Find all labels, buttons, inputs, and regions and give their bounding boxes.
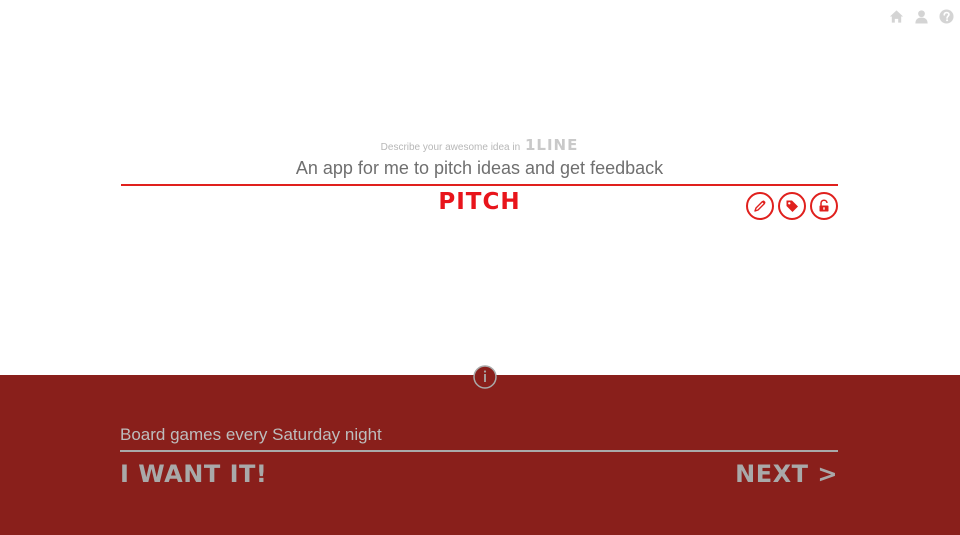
want-it-button[interactable]: I WANT IT! <box>120 460 267 488</box>
prompt-text: Describe your awesome idea in <box>380 142 521 153</box>
pitch-button[interactable]: PITCH <box>438 189 520 215</box>
tag-icon <box>786 200 798 212</box>
unlock-icon <box>819 199 829 212</box>
pencil-button[interactable] <box>746 192 774 220</box>
feed-actions: I WANT IT! NEXT > <box>120 452 838 492</box>
lock-button[interactable] <box>810 192 838 220</box>
idea-input[interactable] <box>121 154 838 186</box>
current-idea-text: Board games every Saturday night <box>120 424 838 452</box>
next-button[interactable]: NEXT > <box>735 460 838 488</box>
tag-button[interactable] <box>778 192 806 220</box>
idea-options <box>746 192 838 220</box>
oneline-logo: 1LINE <box>524 136 579 154</box>
feed: Board games every Saturday night I WANT … <box>120 424 838 492</box>
idea-prompt: Describe your awesome idea in 1LINE <box>121 136 838 154</box>
home-icon[interactable] <box>889 9 904 24</box>
idea-feed-panel: Board games every Saturday night I WANT … <box>0 365 960 535</box>
info-icon[interactable] <box>473 365 497 389</box>
page: Describe your awesome idea in 1LINE PITC… <box>0 0 960 535</box>
pitch-actions: PITCH <box>121 186 838 222</box>
user-icon[interactable] <box>914 9 929 24</box>
top-nav <box>889 9 954 24</box>
pitch-form: Describe your awesome idea in 1LINE PITC… <box>121 136 838 222</box>
help-icon[interactable] <box>939 9 954 24</box>
pencil-icon <box>754 200 766 212</box>
